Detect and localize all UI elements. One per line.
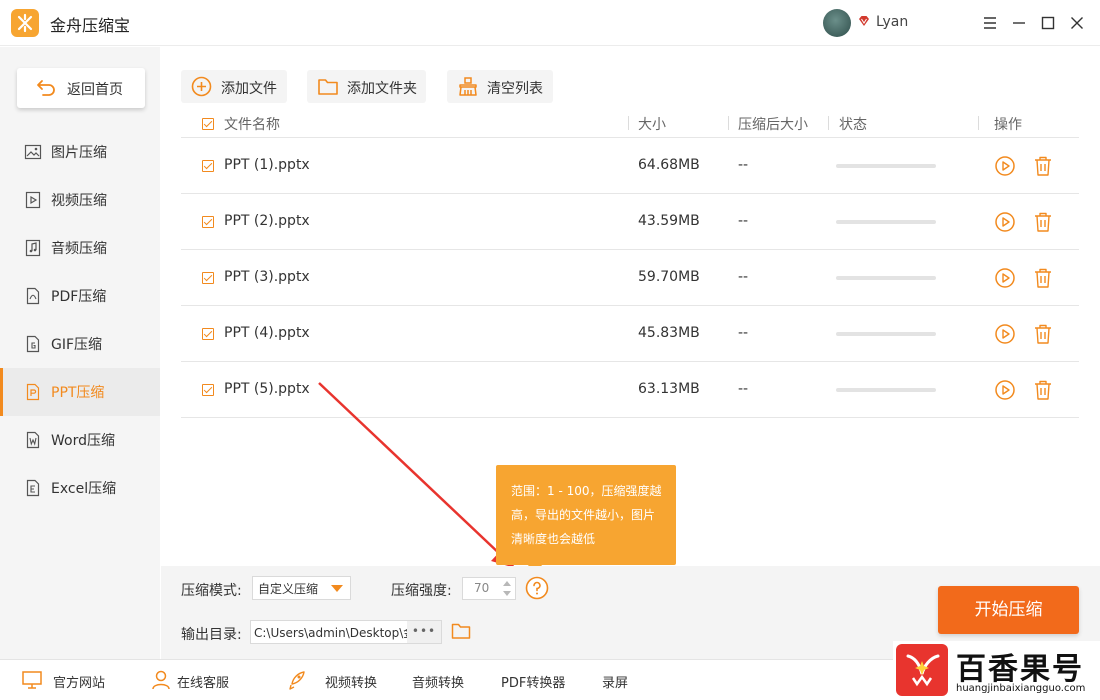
output-path-field[interactable]: C:\Users\admin\Desktop\金舟 ••• (250, 620, 442, 644)
footer-audio-convert-link[interactable]: 音频转换 (412, 672, 464, 691)
user-icon (152, 670, 170, 690)
tooltip-line: 高，导出的文件越小，图片 (511, 508, 656, 522)
strength-value: 70 (474, 581, 490, 595)
watermark: 百香果号 huangjinbaixiangguo.com (893, 641, 1100, 700)
strength-stepper[interactable]: 70 (462, 577, 516, 600)
footer-website-link[interactable]: 官方网站 (53, 672, 105, 691)
footer-pdf-convert-link[interactable]: PDF转换器 (501, 672, 565, 691)
open-folder-icon[interactable] (451, 622, 471, 640)
chevron-down-icon (331, 585, 343, 592)
browse-dots-button[interactable]: ••• (407, 621, 441, 643)
help-icon[interactable] (525, 576, 549, 600)
start-compress-button[interactable]: 开始压缩 (938, 586, 1079, 634)
monitor-icon (22, 671, 42, 689)
tooltip-line: 清晰度也会越低 (511, 532, 596, 546)
mode-label: 压缩模式: (181, 583, 242, 599)
compression-mode-select[interactable]: 自定义压缩 (252, 576, 351, 600)
stepper-up-icon[interactable] (503, 581, 511, 586)
footer-support-link[interactable]: 在线客服 (177, 672, 229, 691)
watermark-url: huangjinbaixiangguo.com (956, 683, 1086, 694)
footer-record-link[interactable]: 录屏 (602, 672, 628, 691)
tooltip-line: 范围：1 - 100，压缩强度越 (511, 484, 662, 498)
strength-label: 压缩强度: (391, 583, 452, 599)
output-path-value: C:\Users\admin\Desktop\金舟 (254, 626, 428, 640)
footer-video-convert-link[interactable]: 视频转换 (325, 672, 377, 691)
mode-value: 自定义压缩 (258, 582, 319, 596)
stepper-down-icon[interactable] (503, 591, 511, 596)
strength-tooltip: 范围：1 - 100，压缩强度越 高，导出的文件越小，图片 清晰度也会越低 (496, 465, 676, 565)
output-label: 输出目录: (181, 627, 242, 643)
watermark-logo-icon (896, 644, 948, 696)
rocket-icon (289, 671, 305, 690)
watermark-title: 百香果号 (956, 652, 1084, 687)
